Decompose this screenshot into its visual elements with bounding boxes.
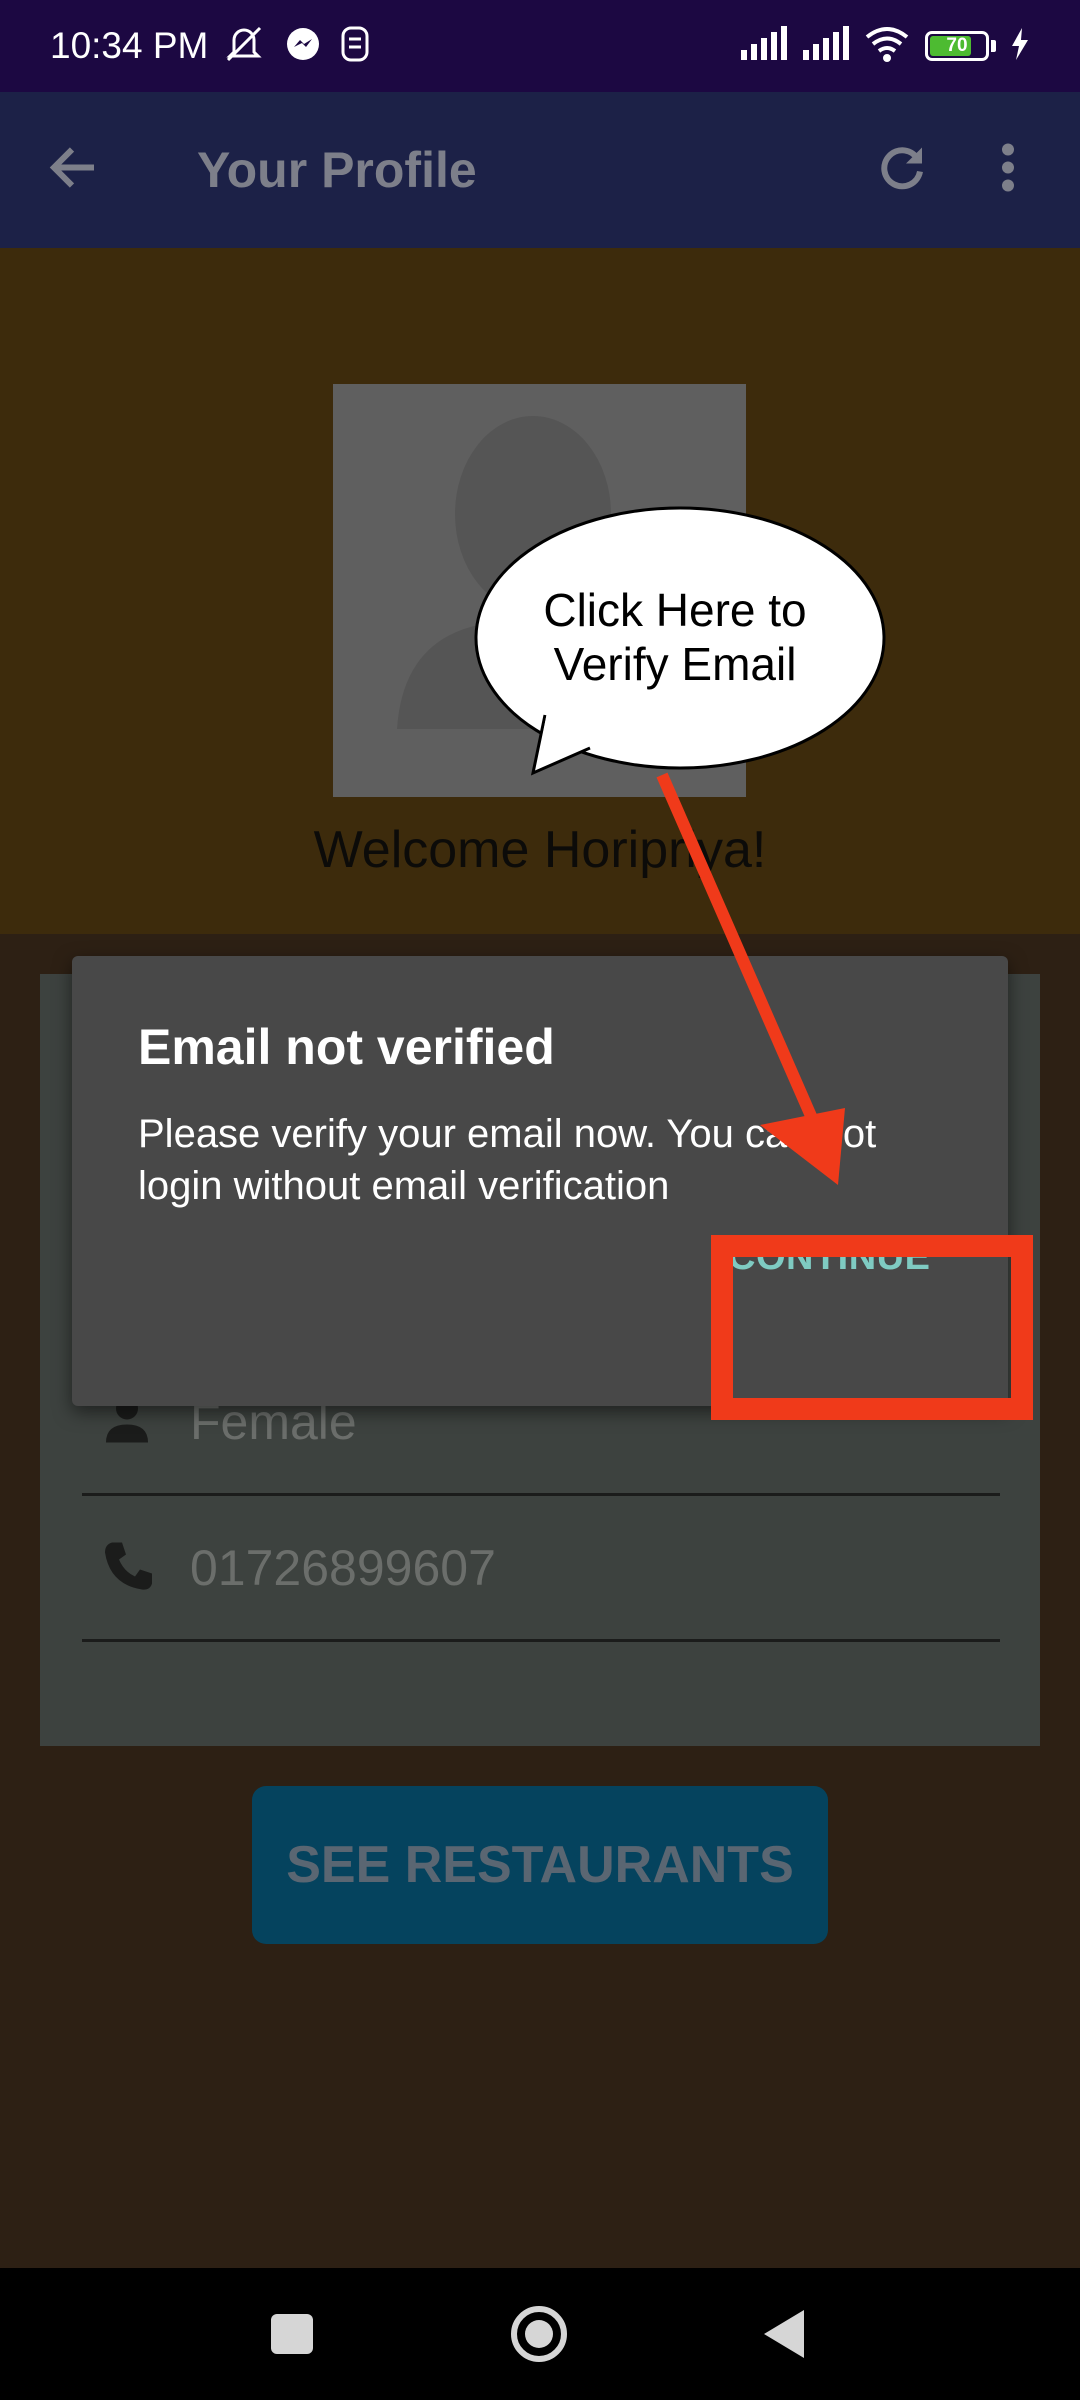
tutorial-overlay — [474, 506, 886, 1185]
recents-icon[interactable] — [271, 2314, 313, 2354]
red-arrow-icon — [656, 772, 845, 1185]
bubble-line-1: Click Here to — [543, 584, 807, 636]
back-triangle-icon[interactable] — [764, 2310, 804, 2358]
system-nav-bar — [0, 2268, 1080, 2400]
speech-bubble-text: Click Here to Verify Email — [510, 583, 840, 691]
home-icon[interactable] — [511, 2306, 567, 2362]
bubble-line-2: Verify Email — [553, 638, 797, 690]
continue-highlight-box — [711, 1235, 1033, 1420]
